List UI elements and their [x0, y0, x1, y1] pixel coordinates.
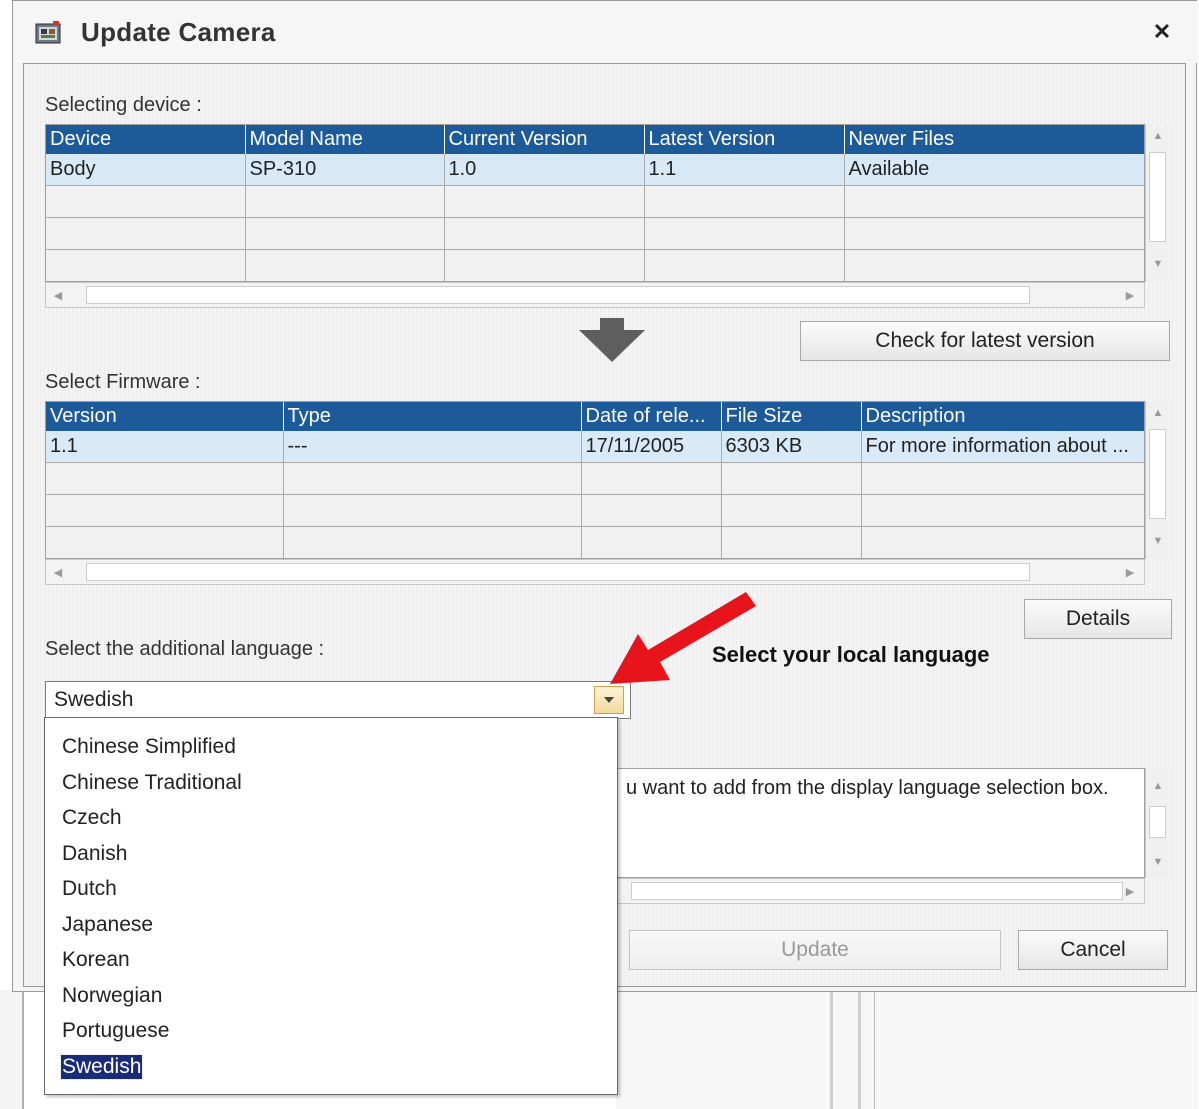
- language-dropdown-list[interactable]: Chinese Simplified Chinese Traditional C…: [44, 717, 618, 1095]
- background-window-left: [0, 990, 24, 1109]
- table-cell: Available: [844, 154, 1144, 186]
- column-header[interactable]: Current Version: [444, 125, 645, 154]
- table-row[interactable]: 1.1 --- 17/11/2005 6303 KB For more info…: [46, 431, 1144, 463]
- scroll-down-icon[interactable]: ▼: [1146, 535, 1170, 547]
- scroll-left-icon[interactable]: ◀: [50, 566, 66, 579]
- select-firmware-label: Select Firmware :: [45, 371, 201, 393]
- table-row[interactable]: [46, 249, 1144, 281]
- language-combobox[interactable]: Swedish: [45, 681, 631, 719]
- column-header[interactable]: Device: [46, 125, 246, 154]
- table-cell: 1.0: [444, 154, 645, 186]
- table-row[interactable]: [46, 462, 1144, 495]
- device-table-vertical-scrollbar[interactable]: ▲ ▼: [1145, 124, 1169, 282]
- firmware-table[interactable]: Version Type Date of rele... File Size D…: [45, 401, 1145, 559]
- scroll-thumb[interactable]: [631, 882, 1123, 900]
- device-table-horizontal-scrollbar[interactable]: ◀ ▶: [45, 282, 1145, 308]
- language-option[interactable]: Czech: [61, 806, 123, 830]
- table-cell: Body: [46, 154, 246, 186]
- table-cell: ---: [283, 431, 582, 463]
- scroll-right-icon[interactable]: ▶: [1122, 885, 1138, 898]
- firmware-table-header: Version Type Date of rele... File Size D…: [46, 402, 1144, 431]
- annotation-text: Select your local language: [712, 642, 990, 667]
- language-option[interactable]: Chinese Simplified: [61, 735, 237, 759]
- language-option[interactable]: Portuguese: [61, 1019, 170, 1043]
- check-latest-version-button[interactable]: Check for latest version: [800, 321, 1170, 361]
- table-row[interactable]: [46, 217, 1144, 250]
- background-divider: [858, 992, 861, 1109]
- selecting-device-label: Selecting device :: [45, 94, 202, 116]
- title-bar[interactable]: Update Camera ✕: [13, 1, 1198, 63]
- column-header[interactable]: Description: [861, 402, 1144, 431]
- table-row[interactable]: [46, 185, 1144, 218]
- scroll-up-icon[interactable]: ▲: [1146, 780, 1170, 792]
- language-option[interactable]: Chinese Traditional: [61, 771, 243, 795]
- table-cell: 6303 KB: [721, 431, 862, 463]
- table-cell: 1.1: [644, 154, 845, 186]
- language-combobox-value: Swedish: [54, 688, 134, 711]
- table-row[interactable]: Body SP-310 1.0 1.1 Available: [46, 154, 1144, 186]
- table-row[interactable]: [46, 494, 1144, 527]
- scroll-thumb[interactable]: [86, 563, 1030, 581]
- scroll-left-icon[interactable]: ◀: [50, 289, 66, 302]
- language-option[interactable]: Korean: [61, 948, 131, 972]
- cancel-button[interactable]: Cancel: [1018, 930, 1168, 970]
- column-header[interactable]: Latest Version: [644, 125, 845, 154]
- additional-language-label: Select the additional language :: [45, 638, 325, 660]
- down-arrow-icon: [579, 318, 645, 362]
- camera-app-icon: [35, 21, 61, 45]
- annotation-arrow-icon: [600, 584, 760, 694]
- language-option[interactable]: Dutch: [61, 877, 118, 901]
- dialog-title: Update Camera: [81, 17, 276, 47]
- scroll-right-icon[interactable]: ▶: [1122, 566, 1138, 579]
- close-icon[interactable]: ✕: [1149, 19, 1175, 45]
- device-table-header: Device Model Name Current Version Latest…: [46, 125, 1144, 154]
- column-header[interactable]: Model Name: [245, 125, 445, 154]
- language-option-selected[interactable]: Swedish: [59, 1054, 144, 1080]
- scroll-thumb[interactable]: [86, 286, 1030, 304]
- table-cell: 17/11/2005: [581, 431, 722, 463]
- language-option[interactable]: Japanese: [61, 913, 154, 937]
- scroll-up-icon[interactable]: ▲: [1146, 130, 1170, 142]
- scroll-thumb[interactable]: [1149, 806, 1166, 838]
- background-divider: [830, 992, 833, 1109]
- language-option[interactable]: Danish: [61, 842, 128, 866]
- description-vertical-scrollbar[interactable]: ▲ ▼: [1145, 768, 1169, 878]
- firmware-table-horizontal-scrollbar[interactable]: ◀ ▶: [45, 559, 1145, 585]
- background-divider: [874, 992, 875, 1109]
- details-button[interactable]: Details: [1024, 599, 1172, 639]
- column-header[interactable]: Version: [46, 402, 284, 431]
- language-option[interactable]: Norwegian: [61, 984, 163, 1008]
- column-header[interactable]: Type: [283, 402, 582, 431]
- scroll-thumb[interactable]: [1149, 429, 1166, 519]
- scroll-right-icon[interactable]: ▶: [1122, 289, 1138, 302]
- scroll-down-icon[interactable]: ▼: [1146, 856, 1170, 868]
- update-button[interactable]: Update: [629, 930, 1001, 970]
- table-cell: 1.1: [46, 431, 284, 463]
- column-header[interactable]: Date of rele...: [581, 402, 722, 431]
- scroll-up-icon[interactable]: ▲: [1146, 407, 1170, 419]
- table-row[interactable]: [46, 526, 1144, 558]
- device-table[interactable]: Device Model Name Current Version Latest…: [45, 124, 1145, 282]
- background-pane: [616, 992, 1198, 1109]
- scroll-thumb[interactable]: [1149, 152, 1166, 242]
- table-cell: For more information about ...: [861, 431, 1144, 463]
- language-description-text: u want to add from the display language …: [626, 777, 1109, 799]
- firmware-table-vertical-scrollbar[interactable]: ▲ ▼: [1145, 401, 1169, 559]
- column-header[interactable]: Newer Files: [844, 125, 1144, 154]
- scroll-down-icon[interactable]: ▼: [1146, 258, 1170, 270]
- column-header[interactable]: File Size: [721, 402, 862, 431]
- table-cell: SP-310: [245, 154, 445, 186]
